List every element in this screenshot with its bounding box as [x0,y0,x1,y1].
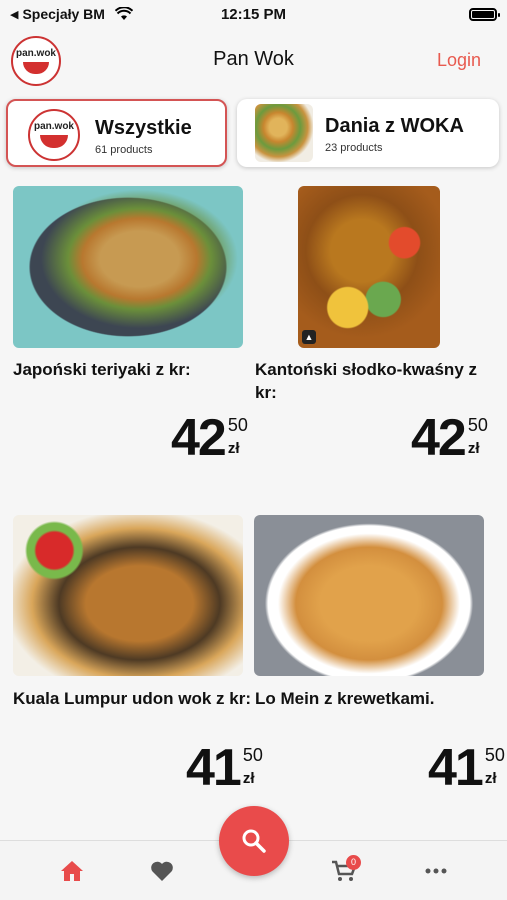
price-fraction: 50 [242,745,263,765]
nav-cart[interactable]: 0 [328,855,361,887]
product-image[interactable] [254,515,484,676]
product-name: Kantoński słodko-kwaśny z kr: [255,360,477,402]
product-name: Kuala Lumpur udon wok z kr: [13,689,252,708]
price-integer: 41 [186,739,242,797]
image-badge-icon: ▲ [302,330,316,344]
search-icon [242,829,266,853]
price-currency: zł [484,770,497,787]
app-header: pan.wok Pan Wok Login [0,34,507,86]
price-fraction: 50 [484,745,505,765]
battery-icon [469,8,500,21]
product-image[interactable] [13,186,243,348]
nav-favorites[interactable] [146,855,178,887]
page-title: Pan Wok [213,48,294,70]
price-fraction: 50 [227,415,248,435]
product-image[interactable] [13,515,243,676]
status-time: 12:15 PM [220,6,287,23]
product-price: 42 50 zł [171,409,248,467]
status-bar: ◀ Specjały BM 12:15 PM [0,0,507,30]
more-icon [425,868,447,874]
category-title: Wszystkie [95,117,192,139]
heart-icon [151,861,173,881]
price-integer: 42 [171,409,227,467]
product-price: 41 50 zł [186,739,263,797]
price-fraction: 50 [467,415,488,435]
noodles-thumbnail [255,104,313,162]
price-currency: zł [242,770,255,787]
nav-home[interactable] [56,855,88,887]
home-icon [61,861,83,881]
nav-more[interactable] [420,855,452,887]
product-image[interactable]: ▲ [298,186,440,348]
product-name: Japoński teriyaki z kr: [13,360,191,379]
category-all[interactable]: pan.wok Wszystkie 61 products [6,99,227,167]
search-button[interactable] [219,806,289,876]
price-currency: zł [467,440,480,457]
category-count: 61 products [95,144,153,156]
category-title: Dania z WOKA [325,115,464,137]
pan-wok-logo: pan.wok [28,109,80,161]
price-integer: 42 [411,409,467,467]
price-currency: zł [227,440,240,457]
product-name: Lo Mein z krewetkami. [255,689,435,708]
price-integer: 41 [428,739,484,797]
product-price: 41 50 zł [428,739,505,797]
product-price: 42 50 zł [411,409,488,467]
bowl-icon [40,135,68,148]
cart-count-badge: 0 [346,855,361,870]
category-count: 23 products [325,142,383,154]
logo-text: pan.wok [33,121,74,132]
login-button[interactable]: Login [437,50,481,71]
category-wok-dishes[interactable]: Dania z WOKA 23 products [237,99,499,167]
